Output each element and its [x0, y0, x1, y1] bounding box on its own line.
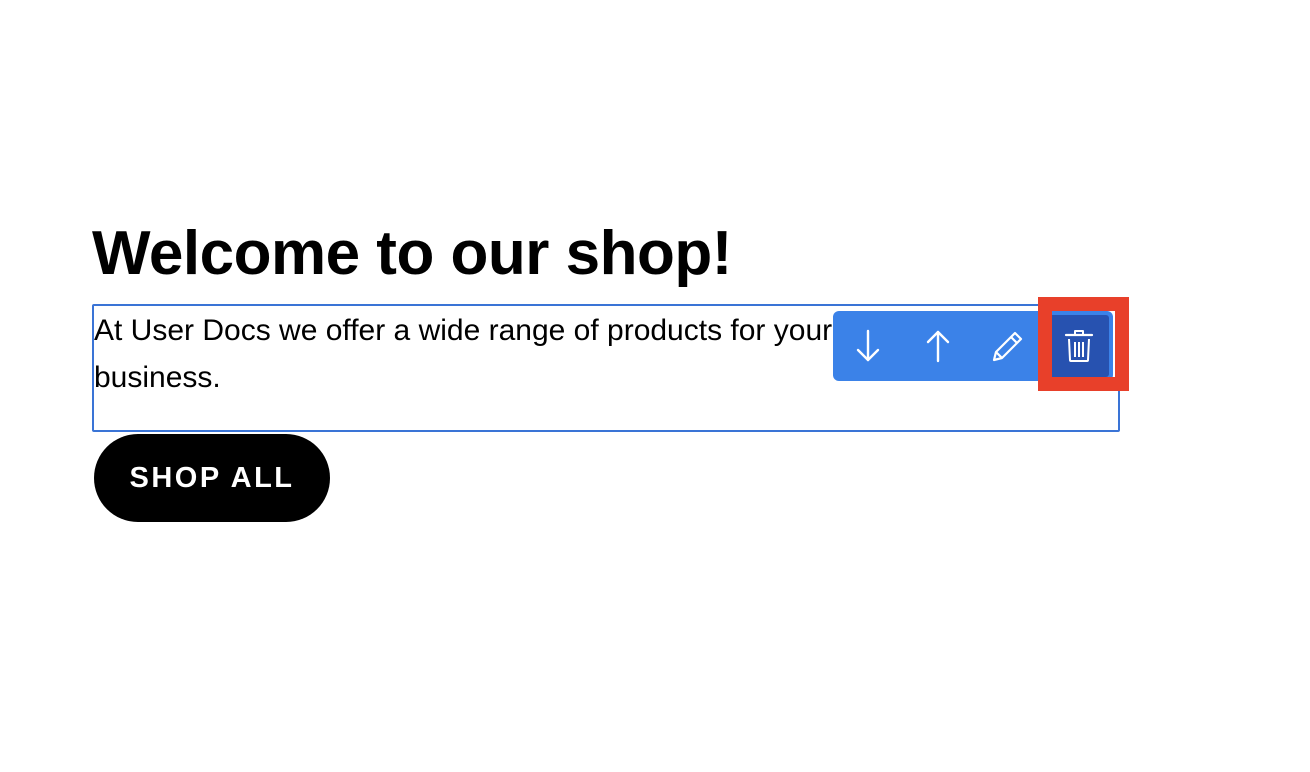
- trash-icon: [1064, 330, 1094, 362]
- move-up-button[interactable]: [903, 311, 973, 381]
- move-down-button[interactable]: [833, 311, 903, 381]
- arrow-up-icon: [926, 330, 950, 363]
- description-text[interactable]: At User Docs we offer a wide range of pr…: [94, 307, 854, 401]
- page-heading: Welcome to our shop!: [92, 219, 732, 288]
- page: Welcome to our shop! At User Docs we off…: [0, 0, 1310, 772]
- arrow-down-icon: [856, 329, 880, 362]
- block-toolbar: [833, 311, 1113, 381]
- edit-button[interactable]: [973, 311, 1043, 381]
- pencil-icon: [992, 331, 1023, 362]
- delete-button[interactable]: [1049, 315, 1109, 377]
- shop-all-button[interactable]: SHOP ALL: [94, 434, 330, 522]
